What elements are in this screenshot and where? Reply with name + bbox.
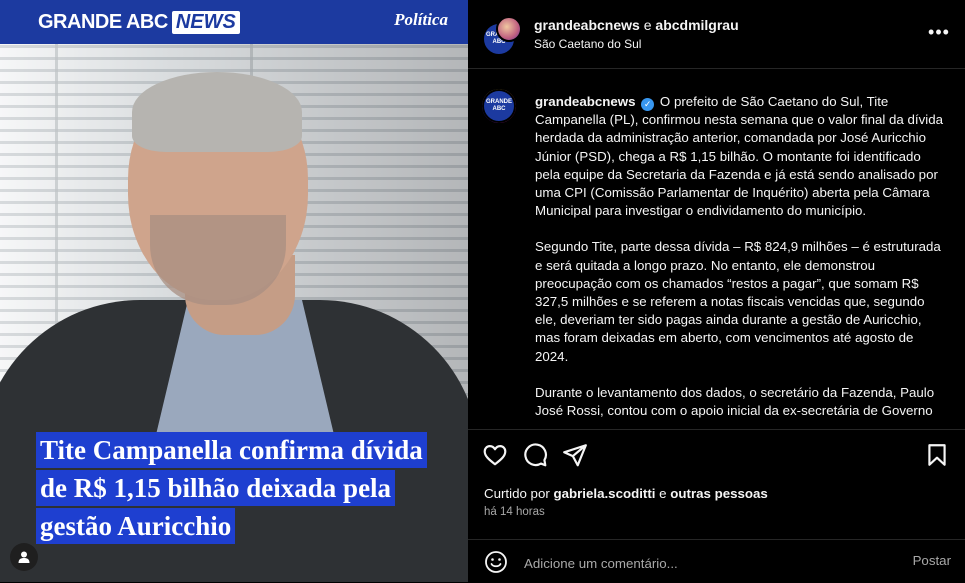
headline-line: de R$ 1,15 bilhão deixada pela [36, 470, 396, 506]
section-label: Política [394, 10, 448, 29]
more-horizontal-icon: ••• [928, 22, 950, 42]
author-conjunction: e [643, 17, 652, 33]
coauthor-link[interactable]: abcdmilgrau [655, 17, 738, 33]
share-button[interactable] [562, 442, 590, 470]
liked-by: Curtido por gabriela.scoditti e outras p… [484, 486, 768, 501]
caption-paragraph: Durante o levantamento dos dados, o secr… [535, 384, 935, 419]
headline-line: gestão Auricchio [36, 508, 236, 544]
logo-badge: NEWS [171, 10, 240, 34]
post-comment-button[interactable]: Postar [913, 553, 951, 568]
comment-button[interactable] [522, 442, 550, 470]
save-button[interactable] [924, 442, 952, 470]
liked-prefix: Curtido por [484, 486, 550, 501]
liked-user-link[interactable]: gabriela.scoditti [553, 486, 655, 501]
bookmark-icon [928, 444, 946, 466]
heart-icon [483, 445, 507, 466]
emoji-button[interactable] [484, 550, 508, 574]
caption-username[interactable]: grandeabcnews [535, 94, 636, 109]
tagged-users-button[interactable] [10, 543, 38, 571]
user-icon [18, 551, 30, 563]
news-banner: GRANDE ABC NEWS Política [0, 0, 468, 44]
comment-input[interactable] [522, 550, 886, 576]
comment-bar: Postar [468, 539, 965, 583]
send-icon [563, 444, 587, 467]
post-header: GRANDEABC grandeabcnews e abcdmilgrau Sã… [468, 0, 965, 69]
verified-badge-icon: ✓ [641, 98, 655, 111]
caption-text: grandeabcnews ✓ O prefeito de São Caetan… [535, 93, 949, 429]
headline-overlay: Tite Campanella confirma dívida de R$ 1,… [36, 432, 427, 546]
liked-conjunction: e [659, 486, 667, 501]
comment-icon [524, 443, 547, 467]
person-hair [132, 72, 302, 152]
more-options-button[interactable]: ••• [927, 22, 951, 42]
post-image[interactable]: GRANDE ABC NEWS Política Tite Campanella… [0, 0, 468, 582]
location-link[interactable]: São Caetano do Sul [534, 37, 641, 51]
headline-line: Tite Campanella confirma dívida [36, 432, 427, 468]
grande-abc-news-logo: GRANDE ABC NEWS [38, 8, 240, 36]
logo-text: GRANDE ABC [38, 10, 168, 33]
collab-avatars[interactable]: GRANDEABC [482, 16, 522, 56]
post-viewer: GRANDE ABC NEWS Política Tite Campanella… [0, 0, 965, 582]
author-link[interactable]: grandeabcnews [534, 17, 640, 33]
caption-area: GRANDE ABC grandeabcnews ✓ O prefeito de … [468, 69, 965, 429]
action-icons [482, 442, 952, 472]
caption-paragraph: Segundo Tite, parte dessa dívida – R$ 82… [535, 239, 941, 364]
avatar[interactable]: GRANDE ABC [482, 89, 516, 123]
liked-others-link[interactable]: outras pessoas [670, 486, 768, 501]
emoji-icon [485, 551, 507, 573]
post-authors: grandeabcnews e abcdmilgrau [534, 17, 739, 33]
post-timestamp[interactable]: há 14 horas [484, 506, 545, 518]
avatar [496, 16, 522, 42]
post-sidebar: GRANDEABC grandeabcnews e abcdmilgrau Sã… [468, 0, 965, 582]
caption-paragraph: O prefeito de São Caetano do Sul, Tite C… [535, 94, 943, 219]
like-button[interactable] [482, 442, 510, 470]
